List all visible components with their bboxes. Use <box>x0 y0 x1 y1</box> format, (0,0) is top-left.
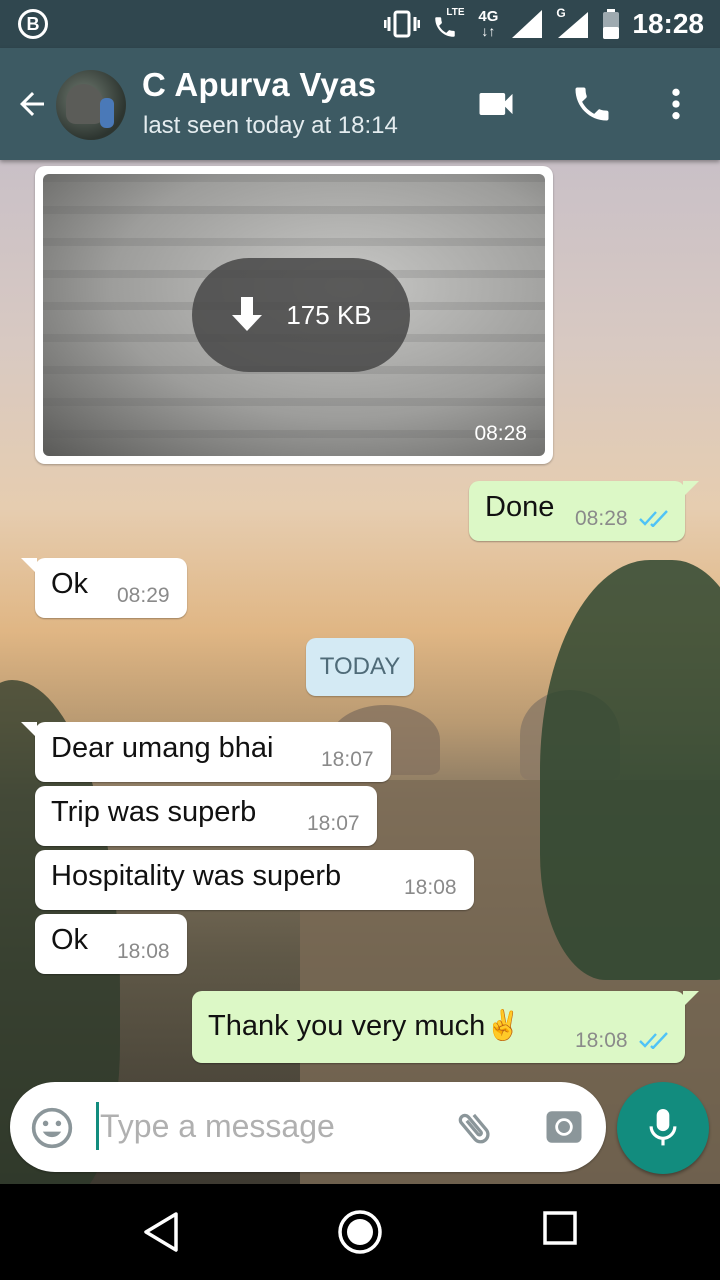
read-receipt-icon <box>639 1032 668 1049</box>
incoming-message[interactable]: Ok 08:29 <box>21 558 187 618</box>
message-text: Done <box>485 491 555 523</box>
message-text: Trip was superb <box>51 796 257 828</box>
status-bar: B LTE 4G ↓↑ G 18:28 <box>0 0 720 48</box>
chat-area[interactable]: 175 KB 08:28 Done 08:28 Ok 08:29 TODAY D… <box>0 160 720 1184</box>
download-icon <box>232 297 263 331</box>
lte-label: LTE <box>446 7 465 18</box>
incoming-message[interactable]: Ok 18:08 <box>35 914 187 974</box>
download-button[interactable]: 175 KB <box>192 258 410 372</box>
outgoing-message[interactable]: Thank you very much✌️ 18:08 <box>192 991 699 1063</box>
battery-icon <box>603 9 620 39</box>
incoming-message[interactable]: Dear umang bhai 18:07 <box>21 722 391 782</box>
message-time: 18:08 <box>404 876 457 899</box>
message-time: 08:29 <box>117 584 170 607</box>
bubble-tail <box>683 481 699 497</box>
emoji-icon[interactable] <box>30 1106 74 1150</box>
nav-back-icon[interactable] <box>140 1210 182 1254</box>
business-badge-icon: B <box>18 9 48 39</box>
incoming-message[interactable]: Trip was superb 18:07 <box>35 786 377 846</box>
clock: 18:28 <box>632 8 704 39</box>
message-text: Thank you very much✌️ <box>208 1010 522 1042</box>
wallpaper-tree-right <box>540 560 720 980</box>
nav-recents-icon[interactable] <box>542 1210 578 1246</box>
system-nav-bar <box>0 1184 720 1280</box>
outgoing-message[interactable]: Done 08:28 <box>469 481 699 541</box>
avatar-person-shape <box>100 98 114 128</box>
image-message[interactable]: 175 KB 08:28 <box>35 166 553 464</box>
message-time: 18:08 <box>117 940 170 963</box>
message-time: 18:07 <box>307 812 360 835</box>
status-icons: LTE 4G ↓↑ G 18:28 <box>384 6 704 42</box>
message-text: Dear umang bhai <box>51 732 274 764</box>
avatar[interactable] <box>56 70 126 140</box>
camera-icon[interactable] <box>543 1106 585 1148</box>
contact-name[interactable]: C Apurva Vyas <box>142 66 376 104</box>
vibrate-icon <box>384 10 421 38</box>
download-size: 175 KB <box>286 299 372 330</box>
back-arrow-icon[interactable] <box>14 86 50 122</box>
more-options-icon[interactable] <box>656 82 696 126</box>
network-4g-icon: 4G ↓↑ <box>478 8 499 39</box>
message-input[interactable]: Type a message <box>100 1108 335 1145</box>
lte-call-icon: LTE <box>432 7 466 39</box>
message-time: 08:28 <box>575 507 628 530</box>
signal-strength-icon <box>512 10 543 38</box>
last-seen-status: last seen today at 18:14 <box>143 112 398 139</box>
voice-record-button[interactable] <box>617 1082 709 1174</box>
avatar-elephant-shape <box>66 84 104 124</box>
message-text: Ok <box>51 568 89 600</box>
message-text: Hospitality was superb <box>51 860 342 892</box>
signal-g-icon: G <box>556 6 590 40</box>
text-cursor <box>96 1102 99 1150</box>
read-receipt-icon <box>639 510 668 527</box>
message-time: 08:28 <box>474 422 527 445</box>
phone-icon[interactable] <box>570 82 614 126</box>
bubble-tail <box>21 722 37 738</box>
bubble-tail <box>21 558 37 574</box>
message-composer: Type a message <box>10 1082 606 1172</box>
chat-header: C Apurva Vyas last seen today at 18:14 <box>0 48 720 160</box>
message-time: 18:07 <box>321 748 374 771</box>
bubble-tail <box>683 991 699 1007</box>
image-preview[interactable]: 175 KB 08:28 <box>43 174 545 456</box>
message-text: Ok <box>51 924 89 956</box>
message-time: 18:08 <box>575 1029 628 1052</box>
video-call-icon[interactable] <box>474 82 518 126</box>
nav-home-icon[interactable] <box>336 1208 384 1256</box>
mic-icon <box>649 1109 677 1146</box>
attach-icon[interactable] <box>452 1106 496 1150</box>
date-divider: TODAY <box>306 638 414 696</box>
incoming-message[interactable]: Hospitality was superb 18:08 <box>35 850 474 910</box>
